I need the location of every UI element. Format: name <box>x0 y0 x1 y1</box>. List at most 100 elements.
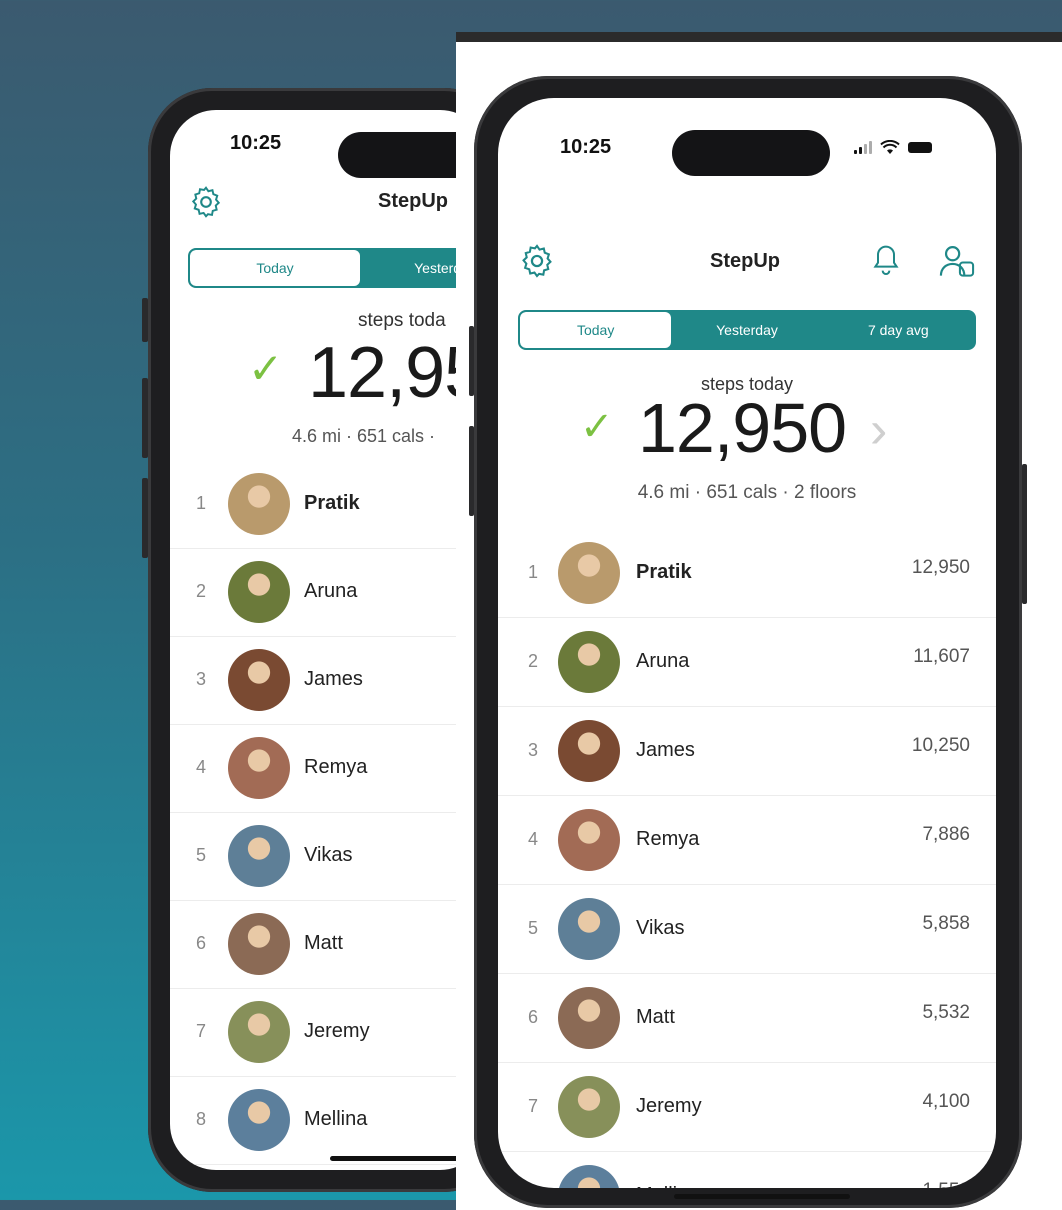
avatar[interactable] <box>228 825 290 887</box>
home-indicator <box>330 1156 460 1161</box>
rank-number: 6 <box>196 933 207 953</box>
list-item[interactable]: 7 Jeremy <box>170 988 486 1077</box>
add-user-icon[interactable] <box>938 242 976 280</box>
rank-number: 4 <box>196 757 207 777</box>
avatar[interactable] <box>228 1089 290 1151</box>
app-title: StepUp <box>378 190 448 212</box>
side-button <box>142 378 148 458</box>
rank-number: 3 <box>528 739 539 760</box>
avatar[interactable] <box>558 1164 620 1188</box>
home-indicator <box>674 1194 850 1199</box>
rank-number: 7 <box>196 1021 207 1041</box>
activity-detail: 4.6 mi · 651 cals · <box>292 426 436 446</box>
avatar[interactable] <box>228 737 290 799</box>
step-count: 5,858 <box>922 912 970 934</box>
participant-name: Jeremy <box>304 1020 370 1042</box>
participant-name: Pratik <box>304 492 360 514</box>
participant-name: Pratik <box>636 560 692 583</box>
checkmark-icon: ✓ <box>580 405 614 449</box>
side-button <box>1022 464 1027 604</box>
avatar[interactable] <box>228 649 290 711</box>
steps-count: 12,950 <box>638 389 847 467</box>
avatar[interactable] <box>558 897 620 960</box>
steps-label: steps toda <box>358 310 446 331</box>
chevron-right-icon[interactable]: › <box>870 400 887 460</box>
rank-number: 5 <box>528 917 539 938</box>
avatar[interactable] <box>558 808 620 871</box>
participant-name: Mellina <box>304 1108 368 1130</box>
step-count: 12,950 <box>911 556 970 578</box>
avatar[interactable] <box>558 1075 620 1138</box>
activity-detail: 4.6 mi · 651 cals · 2 floors <box>637 482 857 503</box>
app-title: StepUp <box>710 250 780 272</box>
list-item[interactable]: 3 James 10,250 <box>498 706 996 796</box>
period-selector: Today Yesterday 7 day avg <box>518 310 976 350</box>
tab-today[interactable]: Today <box>190 250 360 286</box>
list-item[interactable]: 1 Pratik <box>170 460 486 549</box>
list-item[interactable]: 6 Matt 5,532 <box>498 973 996 1063</box>
list-item[interactable]: 5 Vikas <box>170 812 486 901</box>
step-count: 7,886 <box>922 823 970 845</box>
participant-name: James <box>304 668 363 690</box>
participant-name: Aruna <box>636 649 690 672</box>
battery-icon <box>908 142 932 153</box>
status-icons <box>854 140 932 155</box>
participant-name: Mellina <box>636 1184 699 1189</box>
rank-number: 2 <box>196 581 207 601</box>
bell-icon[interactable] <box>870 242 902 278</box>
status-time: 10:25 <box>560 136 612 158</box>
side-button <box>142 478 148 558</box>
list-item[interactable]: 8 Mellina <box>170 1076 486 1165</box>
avatar[interactable] <box>228 913 290 975</box>
gear-icon[interactable] <box>518 242 556 280</box>
side-button <box>469 426 474 516</box>
side-button <box>469 326 474 396</box>
rank-number: 8 <box>528 1185 538 1189</box>
avatar[interactable] <box>558 541 620 604</box>
step-count: 5,532 <box>922 1001 970 1023</box>
screen-left: 10:25 StepUp Today Yesterday steps toda … <box>170 110 486 1170</box>
avatar[interactable] <box>228 473 290 535</box>
participant-name: Matt <box>304 932 343 954</box>
front-panel: 10:25 StepUp Today Yesterday 7 day avg s… <box>456 32 1062 1210</box>
step-count: 10,250 <box>911 734 970 756</box>
tab-7-day-avg[interactable]: 7 day avg <box>823 312 974 348</box>
list-item[interactable]: 4 Remya <box>170 724 486 813</box>
list-item[interactable]: 4 Remya 7,886 <box>498 795 996 885</box>
list-item[interactable]: 2 Aruna <box>170 548 486 637</box>
participant-name: Remya <box>304 756 368 778</box>
rank-number: 7 <box>528 1095 539 1116</box>
rank-number: 4 <box>528 828 539 849</box>
participant-name: Aruna <box>304 580 358 602</box>
participant-name: Vikas <box>636 916 685 939</box>
period-selector: Today Yesterday <box>188 248 486 288</box>
tab-yesterday[interactable]: Yesterday <box>671 312 822 348</box>
step-count: 4,100 <box>922 1090 970 1112</box>
list-item[interactable]: 5 Vikas 5,858 <box>498 884 996 974</box>
avatar[interactable] <box>558 719 620 782</box>
avatar[interactable] <box>228 561 290 623</box>
gear-icon[interactable] <box>188 184 224 220</box>
avatar[interactable] <box>558 630 620 693</box>
participant-name: James <box>636 738 695 761</box>
side-button <box>142 298 148 342</box>
avatar[interactable] <box>558 986 620 1049</box>
list-item[interactable]: 2 Aruna 11,607 <box>498 617 996 707</box>
list-item[interactable]: 6 Matt <box>170 900 486 989</box>
list-item[interactable]: 7 Jeremy 4,100 <box>498 1062 996 1152</box>
list-item[interactable]: 1 Pratik 12,950 <box>498 528 996 618</box>
tab-today[interactable]: Today <box>520 312 672 348</box>
status-time: 10:25 <box>230 132 282 154</box>
avatar[interactable] <box>228 1001 290 1063</box>
phone-right: 10:25 StepUp Today Yesterday 7 day avg s… <box>469 76 1027 1208</box>
participant-name: Remya <box>636 827 700 850</box>
rank-number: 5 <box>196 845 207 865</box>
dynamic-island <box>672 130 830 176</box>
checkmark-icon: ✓ <box>248 345 284 392</box>
rank-number: 8 <box>196 1109 207 1129</box>
rank-number: 1 <box>196 493 207 513</box>
list-item[interactable]: 3 James <box>170 636 486 725</box>
list-item[interactable]: 8 Mellina 1,558 <box>498 1151 996 1188</box>
rank-number: 3 <box>196 669 207 689</box>
screen-right: 10:25 StepUp Today Yesterday 7 day avg s… <box>498 98 996 1188</box>
